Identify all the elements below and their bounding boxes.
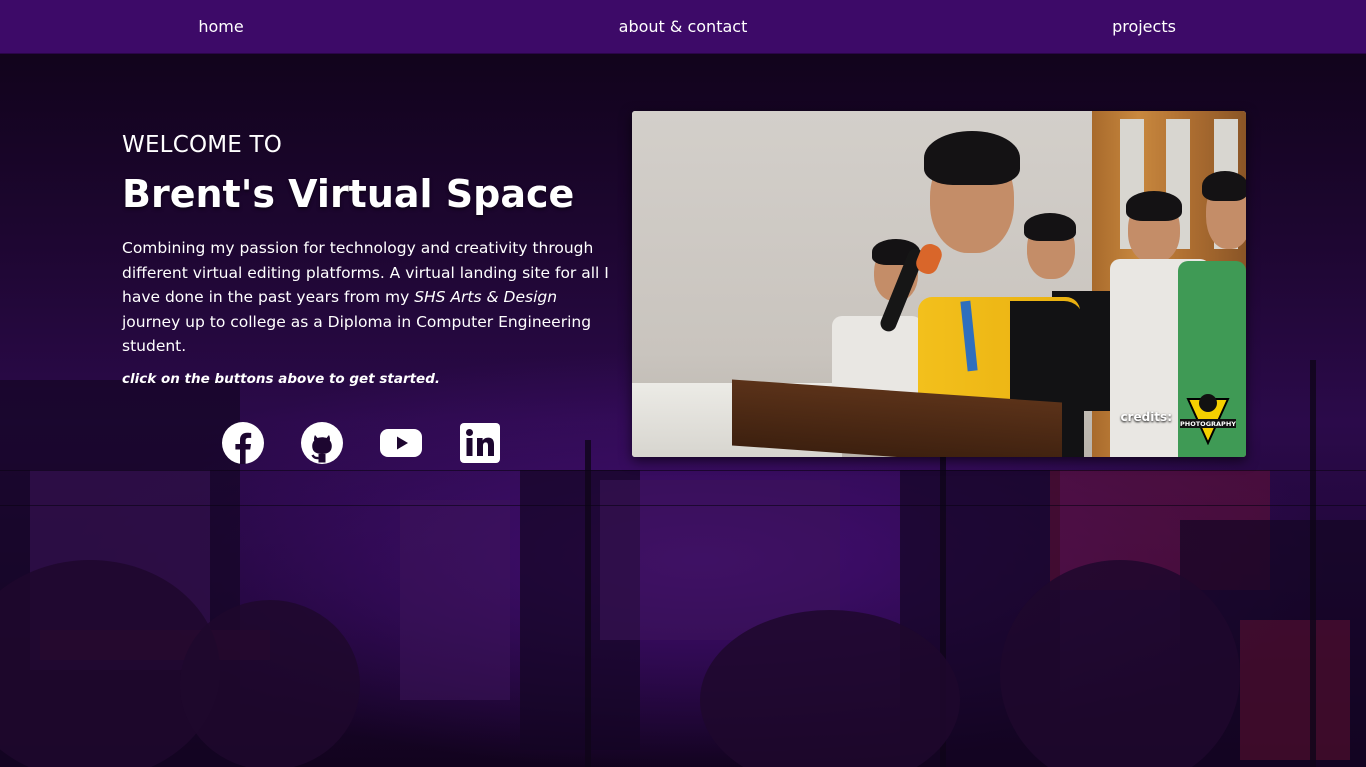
profile-photo: credits: PHOTOGRAPHY <box>632 111 1246 457</box>
github-icon <box>301 422 343 464</box>
description-text-2: journey up to college as a Diploma in Co… <box>122 312 592 356</box>
youtube-icon <box>380 429 422 457</box>
youtube-link[interactable] <box>380 422 422 464</box>
linkedin-icon <box>460 423 500 463</box>
hero-description: Combining my passion for technology and … <box>122 236 612 359</box>
photography-logo-icon: PHOTOGRAPHY <box>1180 394 1236 445</box>
linkedin-link[interactable] <box>459 422 501 464</box>
welcome-heading: WELCOME TO <box>122 132 283 158</box>
github-link[interactable] <box>301 422 343 464</box>
nav-projects-link[interactable]: projects <box>1112 0 1176 53</box>
svg-text:PHOTOGRAPHY: PHOTOGRAPHY <box>1180 420 1236 428</box>
facebook-link[interactable] <box>222 422 264 464</box>
nav-home-link[interactable]: home <box>198 0 243 53</box>
description-emphasis: SHS Arts & Design <box>414 288 558 306</box>
credits-label: credits: <box>1120 410 1172 424</box>
facebook-icon <box>222 422 264 464</box>
top-navigation: home about & contact projects <box>0 0 1366 54</box>
photo-credits: credits: PHOTOGRAPHY <box>1120 389 1240 445</box>
hero-intro: WELCOME TO Brent's Virtual Space Combini… <box>122 128 612 387</box>
nav-about-contact-link[interactable]: about & contact <box>619 0 748 53</box>
page-title: Brent's Virtual Space <box>122 172 575 216</box>
hint-text: click on the buttons above to get starte… <box>122 370 441 387</box>
